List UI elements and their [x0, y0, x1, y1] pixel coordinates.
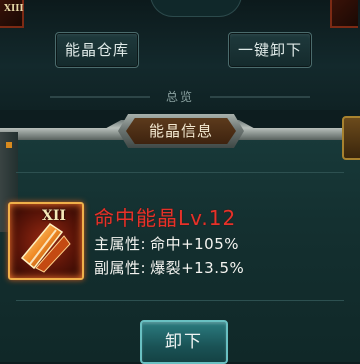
storage-button[interactable]: 能晶仓库 [55, 32, 139, 68]
unequip-all-button[interactable]: 一键卸下 [228, 32, 312, 68]
sub-attribute-label: 副属性: [94, 259, 147, 277]
unequip-button[interactable]: 卸下 [140, 320, 228, 364]
slot-level-roman: XIII [4, 4, 24, 14]
main-attribute-label: 主属性: [94, 235, 147, 253]
energy-crystal-icon [20, 222, 71, 273]
equipped-gem-slot-right[interactable] [330, 0, 358, 28]
gem-name: 命中能晶Lv.12 [94, 206, 237, 230]
side-gem-slot[interactable] [342, 116, 360, 160]
sub-attribute: 副属性: 爆裂+13.5% [94, 257, 244, 278]
panel-divider-bottom [16, 300, 344, 301]
panel-title: 能晶信息 [148, 122, 213, 140]
top-ornament [150, 0, 242, 17]
panel-divider-top [16, 172, 344, 173]
overview-tab[interactable]: 总览 [0, 88, 360, 105]
equipped-gem-slot-left[interactable]: XIII [0, 0, 24, 28]
main-attribute: 主属性: 命中+105% [94, 233, 239, 254]
gem-level-roman: XII [42, 208, 66, 224]
sub-attribute-value: 爆裂+13.5% [150, 259, 245, 277]
main-attribute-value: 命中+105% [150, 235, 240, 253]
